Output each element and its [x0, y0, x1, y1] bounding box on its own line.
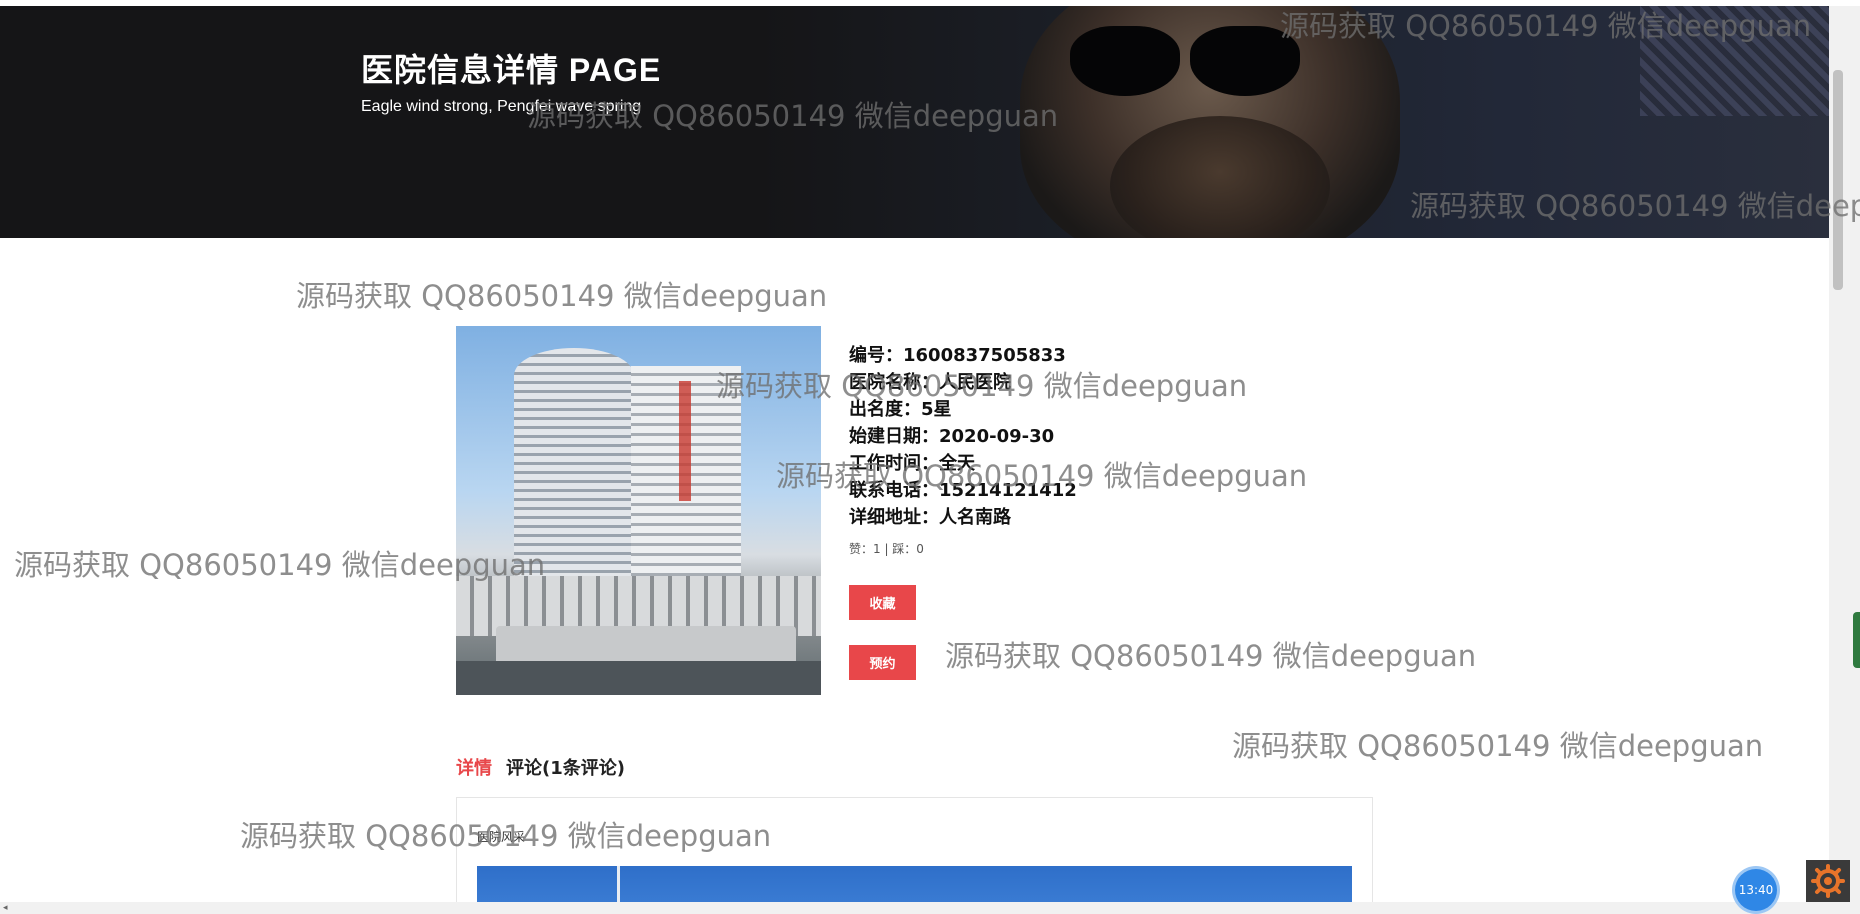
hospital-founded: 始建日期：2020-09-30 [849, 426, 1055, 447]
scroll-left-arrow-icon[interactable]: ◂ [3, 902, 8, 914]
hospital-phone: 联系电话：15214121412 [849, 480, 1077, 501]
hospital-hours: 工作时间：全天 [849, 453, 975, 474]
detail-tabs: 详情 评论(1条评论) [456, 754, 625, 780]
hospital-image-canopy [496, 626, 796, 666]
vertical-scrollbar-thumb[interactable] [1833, 70, 1843, 290]
watermark: 源码获取 QQ86050149 微信deepguan [945, 639, 1477, 673]
tab-comments[interactable]: 评论(1条评论) [506, 754, 625, 780]
watermark: 源码获取 QQ86050149 微信deepguan [296, 279, 828, 313]
favorite-button[interactable]: 收藏 [849, 585, 916, 620]
taskbar-clock[interactable]: 13:40 [1735, 869, 1777, 911]
hospital-image [456, 326, 821, 695]
horizontal-scrollbar[interactable] [0, 902, 1860, 914]
hospital-name: 医院名称：人民医院 [849, 372, 1011, 393]
watermark: 源码获取 QQ86050149 微信deepguan [1232, 729, 1764, 763]
tab-detail[interactable]: 详情 [456, 754, 492, 780]
detail-panel: 医院风采 [456, 797, 1373, 914]
page-subtitle: Eagle wind strong, Pengfei wave spring [361, 98, 642, 115]
hospital-image-tower [514, 348, 634, 578]
book-button[interactable]: 预约 [849, 645, 916, 680]
hero-banner: 医院信息详情 PAGE Eagle wind strong, Pengfei w… [0, 6, 1829, 238]
hospital-id: 编号：1600837505833 [849, 345, 1066, 366]
hospital-address: 详细地址：人名南路 [849, 507, 1011, 528]
hospital-rating: 出名度：5星 [849, 399, 952, 420]
settings-gear-icon[interactable] [1806, 860, 1850, 902]
vote-counts[interactable]: 赞：1 | 踩：0 [849, 540, 924, 557]
gear-icon [1811, 864, 1845, 898]
hospital-image-ground [456, 661, 821, 695]
hospital-image-sign [679, 381, 691, 501]
hero-portrait-sunglasses [1070, 26, 1300, 96]
side-edge-tab[interactable] [1853, 612, 1860, 668]
hero-pattern [1640, 6, 1829, 116]
hospital-info: 编号：1600837505833 医院名称：人民医院 出名度：5星 始建日期：2… [849, 342, 1077, 531]
page-title: 医院信息详情 PAGE [361, 52, 662, 88]
detail-section-label: 医院风采 [477, 830, 526, 844]
